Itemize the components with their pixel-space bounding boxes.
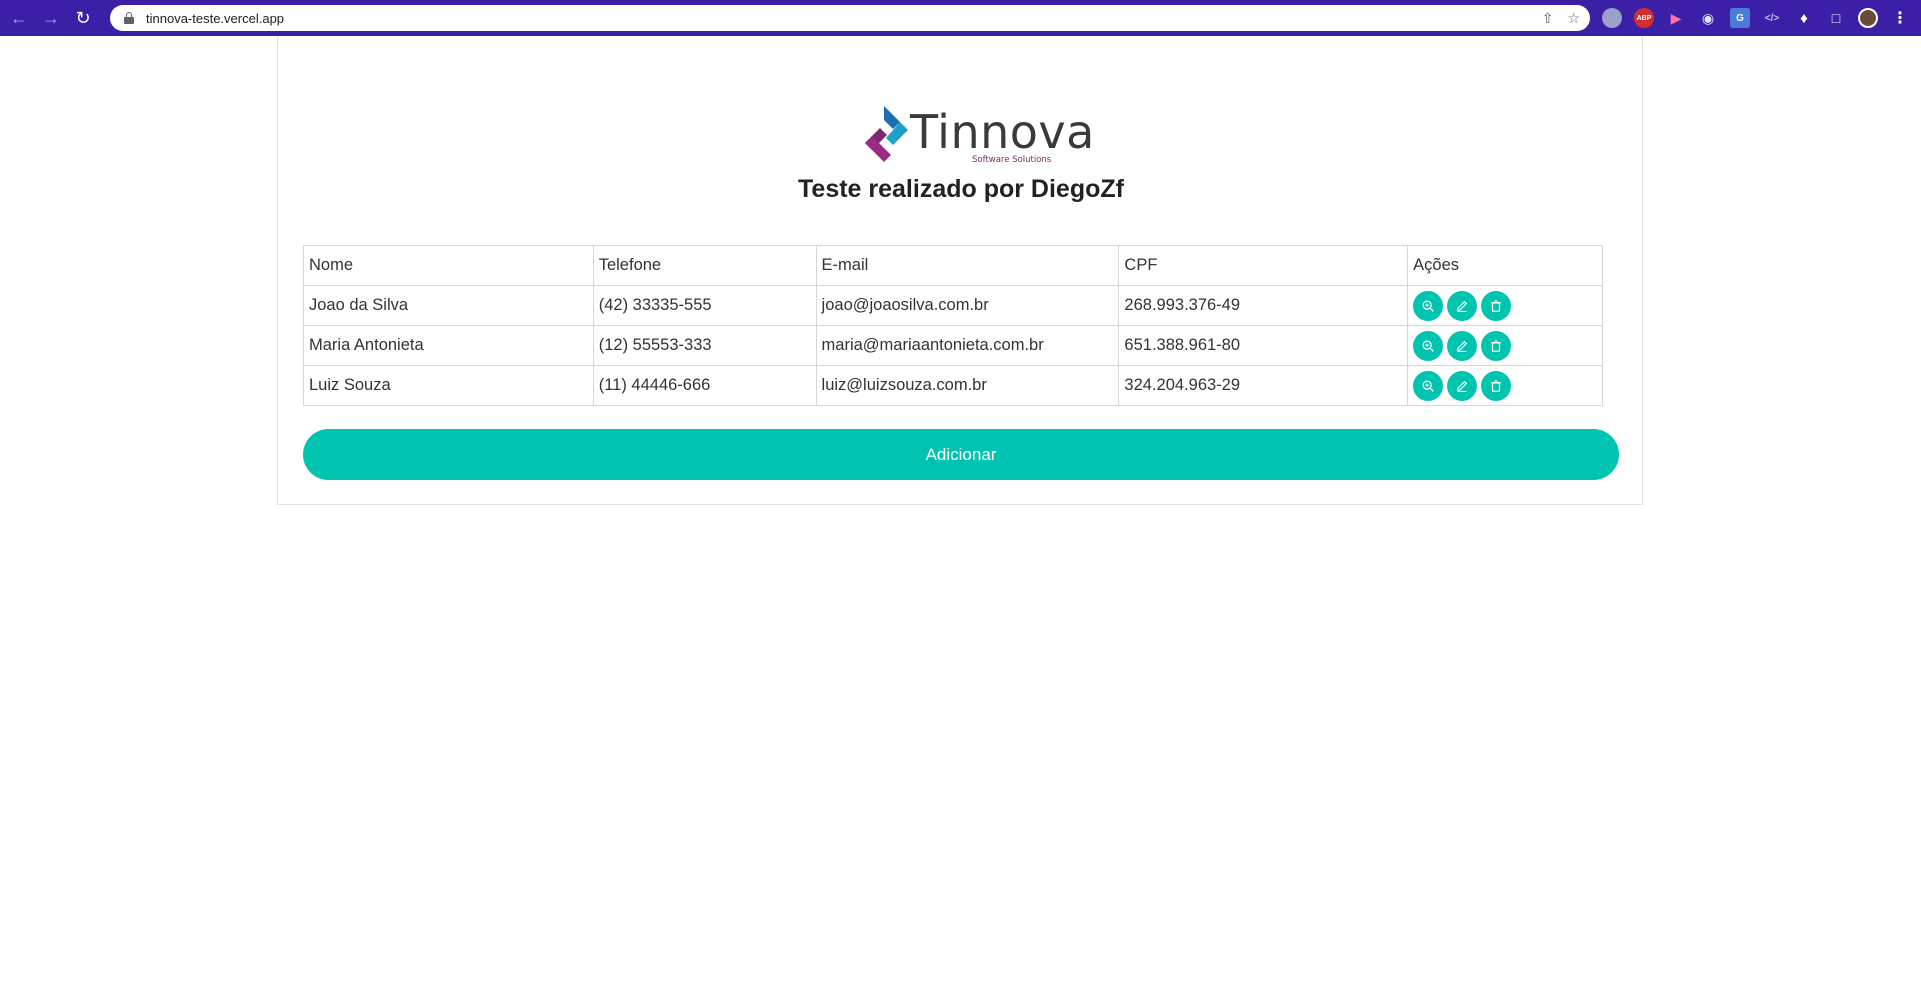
cell-nome: Luiz Souza	[303, 365, 594, 406]
contacts-table: Nome Telefone E-mail CPF Ações Joao da S…	[303, 245, 1603, 406]
header-nome: Nome	[303, 245, 594, 286]
table-header-row: Nome Telefone E-mail CPF Ações	[303, 245, 1603, 286]
back-arrow-icon[interactable]: ←	[6, 5, 32, 31]
view-button[interactable]	[1413, 370, 1444, 401]
cell-cpf: 268.993.376-49	[1118, 285, 1409, 326]
cell-telefone: (12) 55553-333	[592, 325, 817, 366]
cell-nome: Maria Antonieta	[303, 325, 594, 366]
video-icon[interactable]: ▶	[1666, 8, 1686, 28]
brand-tagline: Software Solutions	[972, 155, 1052, 165]
edit-icon	[1457, 380, 1468, 392]
cell-telefone: (42) 33335-555	[592, 285, 817, 326]
share-icon[interactable]: ⇧	[1542, 10, 1554, 27]
cell-telefone: (11) 44446-666	[592, 365, 817, 406]
delete-icon	[1491, 379, 1501, 392]
menu-icon[interactable]: ⋮	[1890, 8, 1910, 28]
brand-name: Tinnova	[910, 105, 1095, 159]
header-acoes: Ações	[1407, 245, 1603, 286]
add-button[interactable]: Adicionar	[303, 429, 1619, 480]
privacy-badger-icon[interactable]	[1602, 8, 1622, 28]
view-icon	[1422, 299, 1434, 312]
url-text: tinnova-teste.vercel.app	[146, 10, 285, 26]
edit-button[interactable]	[1447, 290, 1478, 321]
bookmark-star-icon[interactable]: ☆	[1567, 10, 1580, 27]
address-bar[interactable]: tinnova-teste.vercel.app ⇧ ☆	[110, 5, 1590, 31]
delete-button[interactable]	[1481, 330, 1512, 361]
table-row: Luiz Souza (11) 44446-666 luiz@luizsouza…	[303, 365, 1603, 406]
edit-button[interactable]	[1447, 330, 1478, 361]
content-card: Tinnova Software Solutions Teste realiza…	[277, 36, 1643, 505]
lock-icon	[124, 12, 134, 24]
tinnova-logo-mark-icon	[865, 106, 908, 162]
view-button[interactable]	[1413, 290, 1444, 321]
tinnova-logo: Tinnova Software Solutions	[858, 104, 1094, 168]
code-icon[interactable]: </>	[1762, 8, 1782, 28]
delete-button[interactable]	[1481, 290, 1512, 321]
table-row: Joao da Silva (42) 33335-555 joao@joaosi…	[303, 285, 1603, 326]
cell-acoes	[1407, 365, 1603, 406]
header-email: E-mail	[815, 245, 1120, 286]
forward-arrow-icon[interactable]: →	[38, 5, 64, 31]
edit-button[interactable]	[1447, 370, 1478, 401]
view-icon	[1422, 339, 1434, 352]
browser-toolbar: ← → ↻ tinnova-teste.vercel.app ⇧ ☆ ABP ▶…	[0, 0, 1921, 36]
header-cpf: CPF	[1118, 245, 1409, 286]
extensions-area: ABP ▶ ◉ G </> ♦ □ ⋮	[1602, 8, 1910, 28]
cell-email: luiz@luizsouza.com.br	[815, 365, 1120, 406]
cell-acoes	[1407, 325, 1603, 366]
cell-cpf: 651.388.961-80	[1118, 325, 1409, 366]
camera-icon[interactable]: ◉	[1698, 8, 1718, 28]
avatar[interactable]	[1858, 8, 1878, 28]
delete-icon	[1491, 339, 1501, 352]
cell-email: joao@joaosilva.com.br	[815, 285, 1120, 326]
cell-acoes	[1407, 285, 1603, 326]
view-button[interactable]	[1413, 330, 1444, 361]
delete-button[interactable]	[1481, 370, 1512, 401]
page-title: Teste realizado por DiegoZf	[798, 175, 1124, 203]
header-telefone: Telefone	[592, 245, 817, 286]
reload-icon[interactable]: ↻	[70, 5, 96, 31]
translate-icon[interactable]: G	[1730, 8, 1750, 28]
sidebar-icon[interactable]: □	[1826, 8, 1846, 28]
puzzle-icon[interactable]: ♦	[1794, 8, 1814, 28]
adblock-plus-icon[interactable]: ABP	[1634, 8, 1654, 28]
table-row: Maria Antonieta (12) 55553-333 maria@mar…	[303, 325, 1603, 366]
view-icon	[1422, 379, 1434, 392]
edit-icon	[1457, 340, 1468, 352]
cell-email: maria@mariaantonieta.com.br	[815, 325, 1120, 366]
cell-nome: Joao da Silva	[303, 285, 594, 326]
edit-icon	[1457, 300, 1468, 312]
cell-cpf: 324.204.963-29	[1118, 365, 1409, 406]
delete-icon	[1491, 299, 1501, 312]
